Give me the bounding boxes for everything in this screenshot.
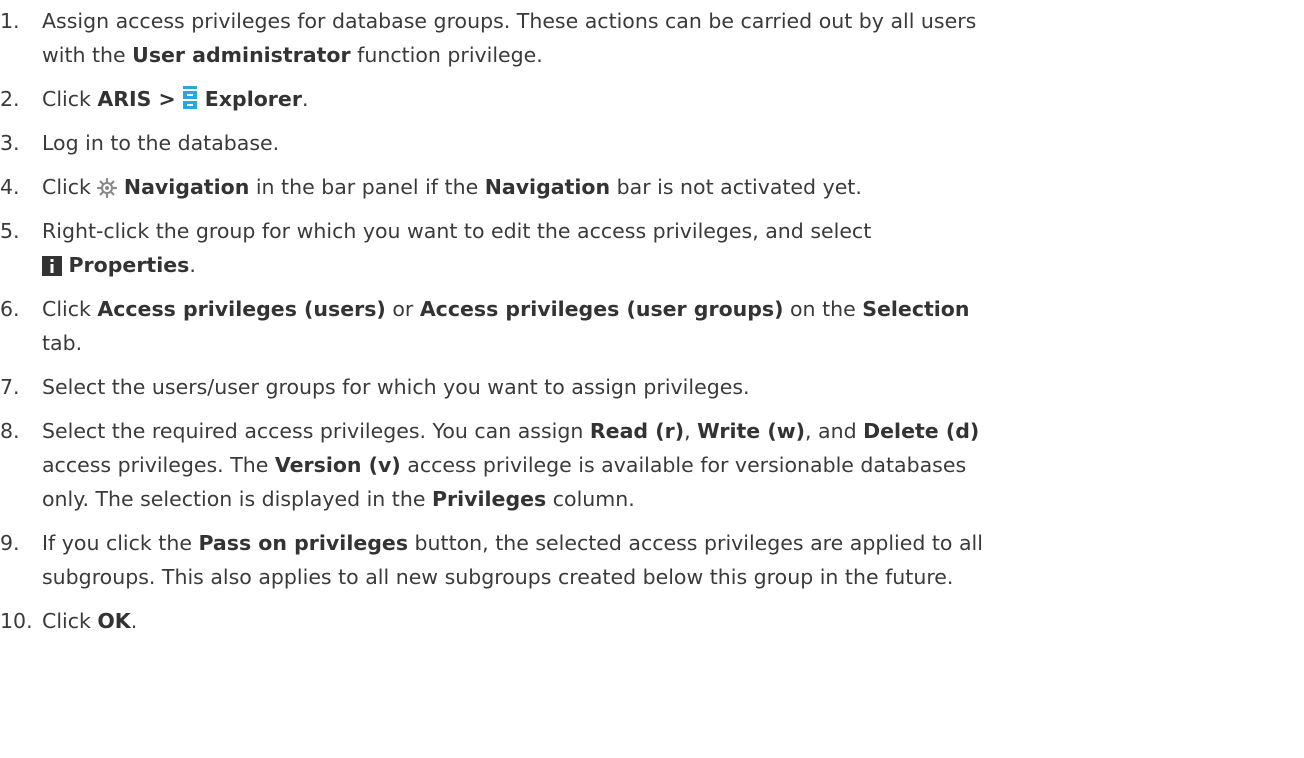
step-text: on the <box>783 297 863 321</box>
step-text: column. <box>546 487 635 511</box>
step-9: 9. If you click the Pass on privileges b… <box>0 526 1304 594</box>
step-text: Log in to the database. <box>42 131 280 155</box>
step-1: 1. Assign access privileges for database… <box>0 4 1304 72</box>
step-number: 2. <box>0 87 20 111</box>
properties-icon <box>42 256 62 276</box>
step-number: 7. <box>0 375 20 399</box>
step-text: access privilege is available for versio… <box>400 453 967 477</box>
step-number: 3. <box>0 131 20 155</box>
navigation-term: Navigation <box>123 175 250 199</box>
privileges-column-term: Privileges <box>431 487 547 511</box>
step-text: access privileges. The <box>42 453 275 477</box>
step-text: tab. <box>42 331 83 355</box>
step-number: 5. <box>0 219 20 243</box>
step-text: Select the required access privileges. Y… <box>42 419 590 443</box>
step-number: 1. <box>0 9 20 33</box>
step-text: Click <box>42 87 98 111</box>
step-text: with the <box>42 43 133 67</box>
pass-on-privileges-term: Pass on privileges <box>198 531 409 555</box>
step-number: 8. <box>0 419 20 443</box>
write-privilege-term: Write (w) <box>697 419 806 443</box>
step-text: bar is not activated yet. <box>610 175 862 199</box>
navigation-icon <box>97 178 118 198</box>
step-3: 3. Log in to the database. <box>0 126 1304 160</box>
step-text: . <box>130 609 138 633</box>
access-privileges-user-groups-term: Access privileges (user groups) <box>419 297 784 321</box>
ok-button-term: OK <box>97 609 131 633</box>
version-privilege-term: Version (v) <box>274 453 401 477</box>
step-text: subgroups. This also applies to all new … <box>42 565 954 589</box>
aris-menu-term: ARIS > <box>97 87 176 111</box>
step-number: 9. <box>0 531 20 555</box>
procedure-steps: 1. Assign access privileges for database… <box>0 4 1304 638</box>
step-text: Assign access privileges for database gr… <box>42 9 977 33</box>
step-8: 8. Select the required access privileges… <box>0 414 1304 516</box>
step-text: . <box>301 87 309 111</box>
properties-term: Properties <box>68 253 190 277</box>
step-text: button, the selected access privileges a… <box>408 531 983 555</box>
navigation-term: Navigation <box>484 175 611 199</box>
step-number: 4. <box>0 175 20 199</box>
step-2: 2. Click ARIS > Explorer. <box>0 82 1304 116</box>
step-text: Click <box>42 175 98 199</box>
step-6: 6. Click Access privileges (users) or Ac… <box>0 292 1304 360</box>
step-text: in the bar panel if the <box>249 175 485 199</box>
step-4: 4. Click Navigation in the bar panel if … <box>0 170 1304 204</box>
delete-privilege-term: Delete (d) <box>863 419 980 443</box>
step-text: , <box>684 419 698 443</box>
step-text: . <box>189 253 196 277</box>
step-text: only. The selection is displayed in the <box>42 487 432 511</box>
read-privilege-term: Read (r) <box>589 419 685 443</box>
step-text: function privilege. <box>350 43 543 67</box>
user-administrator-term: User administrator <box>132 43 351 67</box>
step-text: , and <box>805 419 864 443</box>
step-text: If you click the <box>42 531 199 555</box>
step-7: 7. Select the users/user groups for whic… <box>0 370 1304 404</box>
step-text: Right-click the group for which you want… <box>42 219 872 243</box>
step-text: Click <box>42 609 98 633</box>
step-text: Select the users/user groups for which y… <box>42 375 750 399</box>
step-number: 10. <box>0 609 33 633</box>
explorer-term: Explorer <box>204 87 302 111</box>
step-text: or <box>385 297 420 321</box>
step-5: 5. Right-click the group for which you w… <box>0 214 1304 282</box>
selection-tab-term: Selection <box>862 297 970 321</box>
step-10: 10. Click OK. <box>0 604 1304 638</box>
step-text: Click <box>42 297 98 321</box>
access-privileges-users-term: Access privileges (users) <box>97 297 386 321</box>
explorer-icon <box>182 86 198 110</box>
step-number: 6. <box>0 297 20 321</box>
